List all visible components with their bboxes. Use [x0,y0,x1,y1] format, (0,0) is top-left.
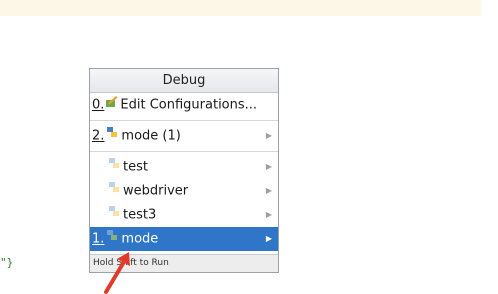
submenu-arrow-icon: ▶ [265,186,272,195]
python-icon-faded [107,155,121,179]
submenu-arrow-icon: ▶ [265,234,272,243]
python-icon [105,227,119,251]
menu-separator [90,151,278,152]
menu-item-mode-selected[interactable]: 1. mode ▶ [90,227,278,251]
editor-highlight-band [0,0,481,16]
edit-config-icon [105,93,118,117]
menu-item-label: test3 [123,207,157,223]
mnemonic: 2. [92,128,105,144]
annotation-arrow-icon [104,252,130,294]
menu-item-label: test [123,159,148,175]
mnemonic: 1. [92,231,105,247]
python-icon-faded [107,203,121,227]
menu-item-label: mode [121,231,159,247]
menu-item-edit-configurations[interactable]: 0. Edit Configurations... [90,93,278,117]
menu-item-recent-mode[interactable]: 2. mode (1) ▶ [90,124,278,148]
popup-title: Debug [90,69,278,93]
submenu-arrow-icon: ▶ [265,210,272,219]
menu-item-label: Edit Configurations... [120,97,258,113]
menu-item-label: webdriver [123,183,189,199]
python-icon-faded [107,179,121,203]
menu-item-label: mode (1) [121,128,181,144]
python-icon [105,124,119,148]
menu-item-test[interactable]: test ▶ [90,155,278,179]
submenu-arrow-icon: ▶ [265,131,272,140]
debug-popup-menu: Debug 0. Edit Configurations... 2. mode … [89,68,279,273]
code-fragment: "} [0,256,14,269]
menu-separator [90,120,278,121]
editor-right-edge [481,0,498,294]
mnemonic: 0. [92,97,105,113]
menu-item-test3[interactable]: test3 ▶ [90,203,278,227]
submenu-arrow-icon: ▶ [265,162,272,171]
menu-item-webdriver[interactable]: webdriver ▶ [90,179,278,203]
